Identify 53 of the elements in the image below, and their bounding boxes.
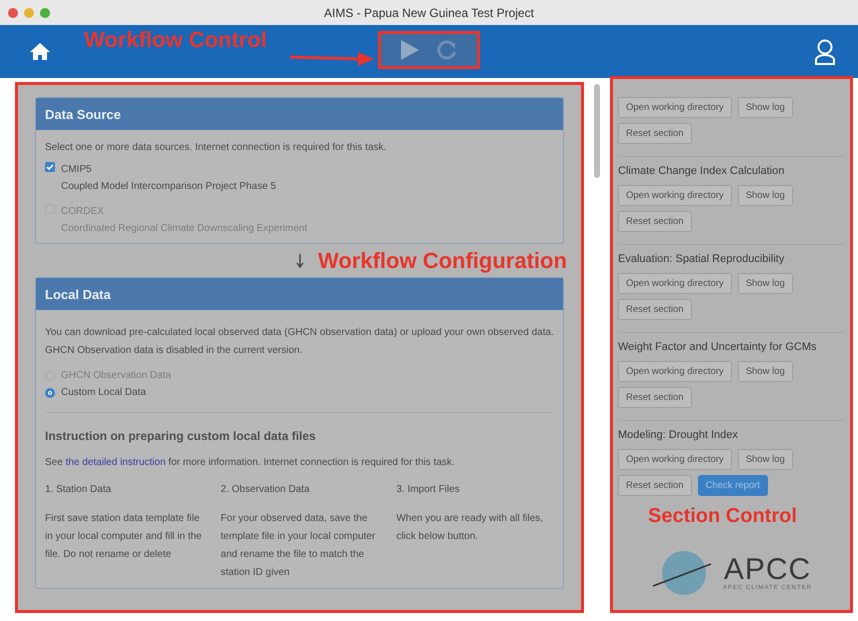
logo-text: APCC — [724, 555, 812, 585]
section-button[interactable]: Reset section — [618, 387, 692, 408]
step-text: For your observed data, save the template file in your local computer and rename the file to match the station ID given — [220, 512, 376, 580]
checkbox[interactable] — [45, 162, 55, 172]
section-button[interactable]: Open working directory — [618, 97, 732, 118]
section-button[interactable]: Open working directory — [618, 185, 732, 206]
section-button[interactable]: Open working directory — [618, 273, 732, 294]
option-label: CORDEX — [61, 205, 105, 219]
section-button[interactable]: Open working directory — [618, 361, 732, 382]
section-title: Modeling: Drought Index — [618, 429, 739, 441]
description-text: You can download pre-calculated local observed data (GHCN observation data) or upload your own observed data. GHCN Observation data is disabled in the current version. — [45, 326, 554, 358]
window-title: AIMS - Papua New Guinea Test Project — [324, 6, 534, 20]
section-title: Weight Factor and Uncertainty for GCMs — [618, 341, 818, 353]
play-icon[interactable] — [401, 40, 419, 60]
card-header: Data Source — [36, 98, 563, 130]
radio-button[interactable] — [45, 388, 55, 398]
home-icon[interactable] — [30, 43, 50, 60]
section-heading: Instruction on preparing custom local data files — [45, 429, 317, 443]
down-arrow-icon — [296, 254, 304, 268]
option-label[interactable]: Custom Local Data — [61, 387, 146, 398]
section-button[interactable]: Show log — [738, 97, 793, 118]
option-description: Coupled Model Intercomparison Project Phase 5 — [61, 180, 276, 194]
option-description: Coordinated Regional Climate Downscaling Experiment — [61, 222, 308, 236]
user-icon[interactable] — [814, 38, 836, 64]
description-text: Select one or more data sources. Internet connection is required for this task. — [45, 142, 388, 153]
section-button[interactable]: Show log — [738, 449, 793, 470]
section-button[interactable]: Reset section — [618, 211, 692, 232]
annotation-label: Workflow Control — [84, 29, 267, 51]
section-button[interactable]: Reset section — [618, 475, 692, 496]
section-button[interactable]: Open working directory — [618, 449, 732, 470]
option-label: GHCN Observation Data — [61, 370, 172, 381]
step-text: First save station data template file in your local computer and fill in the file. Do not rename or delete — [45, 512, 203, 562]
section-button[interactable]: Check report — [698, 475, 768, 496]
section-button[interactable]: Reset section — [618, 299, 692, 320]
section-button[interactable]: Show log — [738, 273, 793, 294]
card-header: Local Data — [36, 278, 563, 310]
section-title: Climate Change Index Calculation — [618, 165, 786, 177]
section-title: Evaluation: Spatial Reproducibility — [618, 253, 786, 265]
refresh-icon[interactable] — [437, 40, 457, 60]
option-label: CMIP5 — [61, 163, 93, 177]
globe-logo-icon — [651, 550, 714, 596]
scrollbar-thumb[interactable] — [594, 84, 600, 178]
annotation-label: Workflow Configuration — [318, 250, 567, 272]
step-title: 3. Import Files — [396, 484, 461, 495]
step-title: 1. Station Data — [45, 484, 112, 495]
step-title: 2. Observation Data — [220, 484, 311, 495]
instruction-link[interactable]: the detailed instruction — [66, 457, 166, 468]
instruction-text: See the detailed instruction for more information. Internet connection is required for this task. — [45, 457, 456, 468]
section-button[interactable]: Show log — [738, 361, 793, 382]
section-button[interactable]: Reset section — [618, 123, 692, 144]
section-button[interactable]: Show log — [738, 185, 793, 206]
step-text: When you are ready with all files, click below button. — [396, 512, 544, 544]
annotation-label: Section Control — [648, 506, 797, 526]
